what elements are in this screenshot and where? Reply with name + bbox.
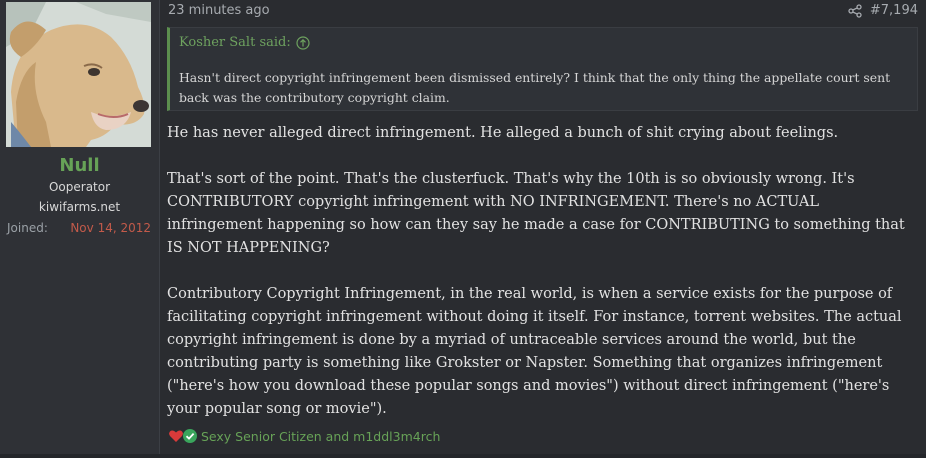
arrow-up-circle-icon[interactable] [296,35,310,50]
user-site: kiwifarms.net [38,200,121,214]
post-paragraph: Contributory Copyright Infringement, in … [167,286,902,417]
reaction-users[interactable]: Sexy Senior Citizen and m1ddl3m4rch [201,429,440,444]
check-icon [182,428,198,444]
user-title: Ooperator [48,180,111,194]
forum-post: Null Ooperator kiwifarms.net Joined: Nov… [0,0,926,458]
quote-author[interactable]: Kosher Salt said: [179,35,291,50]
post-timestamp[interactable]: 23 minutes ago [168,3,270,18]
dog-avatar-icon [6,2,151,147]
post-divider [0,454,926,458]
user-panel: Null Ooperator kiwifarms.net Joined: Nov… [0,0,160,454]
username[interactable]: Null [0,155,159,176]
post-paragraph: He has never alleged direct infringement… [167,125,839,141]
user-avatar[interactable] [6,2,151,147]
quote-header[interactable]: Kosher Salt said: [179,35,310,50]
reactions-bar[interactable]: Sexy Senior Citizen and m1ddl3m4rch [168,428,440,444]
quote-text: Hasn't direct copyright infringement bee… [179,70,891,105]
post-body: He has never alleged direct infringement… [167,122,919,444]
post-number[interactable]: #7,194 [870,3,918,18]
post-meta-actions: #7,194 [848,3,918,18]
quote-block: Kosher Salt said: Hasn't direct copyrigh… [167,27,918,111]
post-paragraph: That's sort of the point. That's the clu… [167,171,905,256]
share-icon[interactable] [848,3,862,18]
post-content: 23 minutes ago #7,194 Kosher Salt said: [160,0,926,454]
joined-date: Nov 14, 2012 [70,221,151,235]
joined-label: Joined: [7,221,48,235]
